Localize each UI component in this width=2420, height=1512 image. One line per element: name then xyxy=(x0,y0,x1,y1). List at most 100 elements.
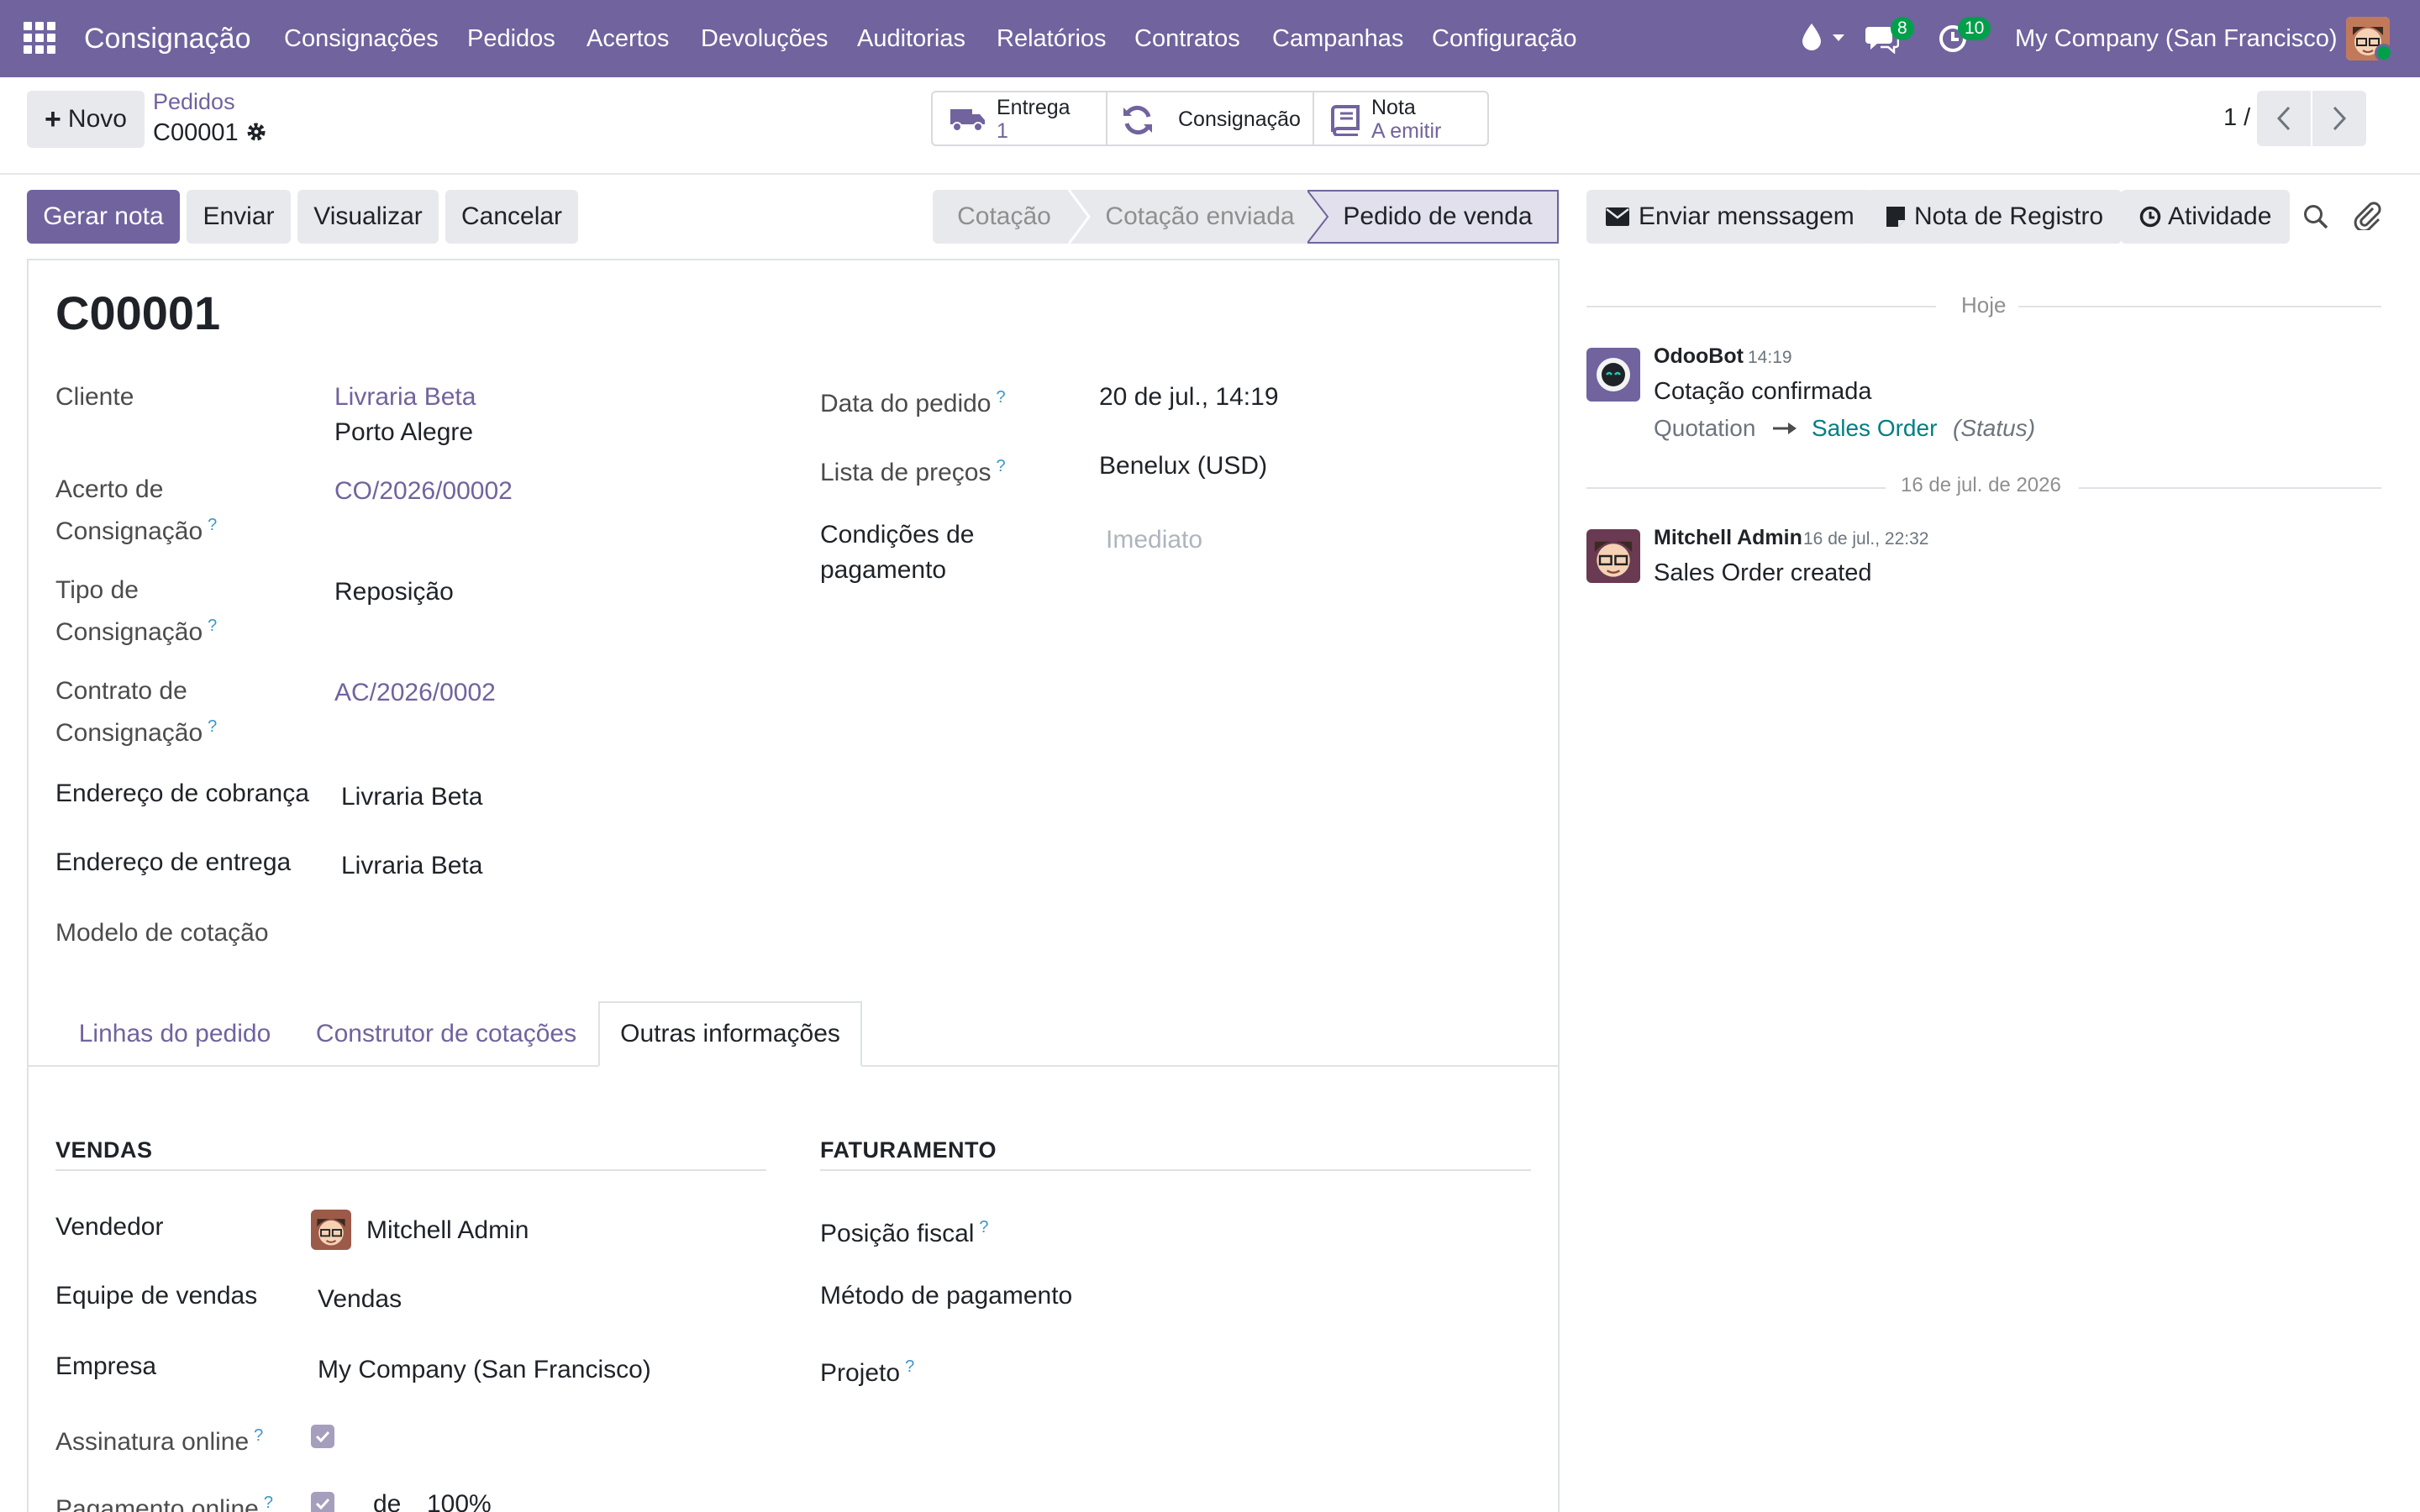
form-sheet xyxy=(27,259,1560,1512)
quote-template-label: Modelo de cotação xyxy=(55,919,269,947)
new-button[interactable]: + Novo xyxy=(27,91,145,148)
menu-pedidos[interactable]: Pedidos xyxy=(467,0,555,77)
tab-quote-builder[interactable]: Construtor de cotações xyxy=(302,1001,590,1067)
paperclip-icon[interactable] xyxy=(2353,200,2381,230)
payment-terms-label-line1: Condições de xyxy=(820,521,975,549)
contract-link[interactable]: AC/2026/0002 xyxy=(334,675,496,711)
settlement-link[interactable]: CO/2026/00002 xyxy=(334,474,513,509)
help-tooltip-icon[interactable]: ? xyxy=(905,1357,914,1376)
sales-team-value[interactable]: Vendas xyxy=(318,1282,402,1317)
company-label: Empresa xyxy=(55,1352,157,1380)
plus-icon: + xyxy=(45,102,61,135)
online-payment-checkbox[interactable] xyxy=(311,1492,334,1512)
pager-previous[interactable] xyxy=(2257,91,2311,146)
msg1-time: 14:19 xyxy=(1748,348,1792,367)
online-payment-of: de xyxy=(373,1490,402,1512)
menu-contratos[interactable]: Contratos xyxy=(1134,0,1240,77)
order-date-label: Data do pedido? xyxy=(820,388,1006,417)
envelope-icon xyxy=(1606,207,1629,226)
salesperson-avatar-face-icon xyxy=(311,1210,351,1250)
chevron-left-icon xyxy=(2276,106,2291,131)
help-tooltip-icon[interactable]: ? xyxy=(208,516,217,534)
chevron-right-icon xyxy=(2333,106,2347,131)
online-payment-label: Pagamento online? xyxy=(55,1494,273,1512)
refresh-icon xyxy=(1123,105,1152,135)
arrow-right-icon xyxy=(1773,423,1797,434)
check-icon xyxy=(315,1498,330,1509)
stage-cotacao-enviada[interactable]: Cotação enviada xyxy=(1084,190,1316,244)
stage-pedido-de-venda[interactable]: Pedido de venda xyxy=(1331,190,1544,244)
date-divider-left-2 xyxy=(1586,487,1886,489)
customer-link[interactable]: Livraria Beta xyxy=(334,380,476,415)
online-signature-checkbox[interactable] xyxy=(311,1425,334,1448)
order-date-value[interactable]: 20 de jul., 14:19 xyxy=(1099,380,1279,415)
company-switcher[interactable]: My Company (San Francisco) xyxy=(2015,0,2338,77)
msg1-old-value: Quotation xyxy=(1654,415,1756,441)
msg2-author[interactable]: Mitchell Admin xyxy=(1654,526,1802,550)
menu-campanhas[interactable]: Campanhas xyxy=(1272,0,1403,77)
help-tooltip-icon[interactable]: ? xyxy=(997,388,1006,407)
pager-next[interactable] xyxy=(2312,91,2366,146)
log-note-button[interactable]: Nota de Registro xyxy=(1867,190,2123,244)
delivery-address-value[interactable]: Livraria Beta xyxy=(341,848,482,884)
send-message-button[interactable]: Enviar menssagem xyxy=(1586,190,1873,244)
help-tooltip-icon[interactable]: ? xyxy=(208,617,217,635)
help-tooltip-icon[interactable]: ? xyxy=(208,717,217,736)
stage-cotacao[interactable]: Cotação xyxy=(933,190,1076,244)
project-label: Projeto? xyxy=(820,1357,915,1387)
salesperson-value[interactable]: Mitchell Admin xyxy=(366,1213,529,1248)
tab-other-info[interactable]: Outras informações xyxy=(598,1001,862,1067)
payment-terms-input[interactable]: Imediato xyxy=(1106,522,1202,558)
online-payment-percentage[interactable]: 100% xyxy=(427,1487,492,1512)
menu-auditorias[interactable]: Auditorias xyxy=(857,0,965,77)
robot-icon xyxy=(1597,358,1630,391)
app-menu-icon[interactable] xyxy=(24,22,55,54)
help-tooltip-icon[interactable]: ? xyxy=(264,1494,273,1512)
sales-section-title: VENDAS xyxy=(55,1137,153,1163)
menu-consignacoes[interactable]: Consignações xyxy=(284,0,439,77)
preview-button[interactable]: Visualizar xyxy=(297,190,439,244)
breadcrumb-current: C00001 xyxy=(153,119,239,146)
delivery-address-label: Endereço de entrega xyxy=(55,848,292,876)
breadcrumb-pedidos[interactable]: Pedidos xyxy=(153,89,235,115)
cancel-button[interactable]: Cancelar xyxy=(445,190,578,244)
msg1-body: Cotação confirmada xyxy=(1654,378,1872,405)
salesperson-label: Vendedor xyxy=(55,1213,164,1241)
payment-method-label: Método de pagamento xyxy=(820,1282,1073,1310)
send-button[interactable]: Enviar xyxy=(187,190,291,244)
date-divider-left xyxy=(1586,306,1936,307)
menu-devolucoes[interactable]: Devoluções xyxy=(701,0,829,77)
generate-invoice-button[interactable]: Gerar nota xyxy=(27,190,180,244)
invoice-address-value[interactable]: Livraria Beta xyxy=(341,780,482,815)
msg1-author[interactable]: OdooBot xyxy=(1654,344,1744,369)
gear-icon[interactable] xyxy=(245,121,267,143)
search-icon[interactable] xyxy=(2302,203,2329,230)
chevron-down-icon[interactable] xyxy=(1832,34,1845,42)
help-tooltip-icon[interactable]: ? xyxy=(979,1218,988,1236)
invoice-address-label: Endereço de cobrança xyxy=(55,780,309,807)
tab-order-lines[interactable]: Linhas do pedido xyxy=(55,1001,294,1067)
online-status-dot xyxy=(2375,44,2393,62)
type-value[interactable]: Reposição xyxy=(334,575,454,610)
activity-button[interactable]: Atividade xyxy=(2121,190,2291,244)
smart-button-consignment[interactable]: Consignação xyxy=(1106,91,1314,146)
menu-acertos[interactable]: Acertos xyxy=(587,0,669,77)
smart-button-invoice[interactable]: Nota A emitir xyxy=(1313,91,1489,146)
msg1-new-value: Sales Order xyxy=(1812,415,1938,441)
msg2-time: 16 de jul., 22:32 xyxy=(1803,529,1929,549)
activities-badge: 10 xyxy=(1958,17,1991,40)
mitchell-avatar-face-icon xyxy=(1586,529,1640,583)
company-value[interactable]: My Company (San Francisco) xyxy=(318,1352,651,1388)
help-tooltip-icon[interactable]: ? xyxy=(254,1426,263,1445)
messages-badge: 8 xyxy=(1891,17,1914,40)
menu-relatorios[interactable]: Relatórios xyxy=(997,0,1107,77)
date-divider-16-jul: 16 de jul. de 2026 xyxy=(1901,474,2061,496)
pricelist-value[interactable]: Benelux (USD) xyxy=(1099,449,1267,484)
sales-section-divider xyxy=(55,1169,766,1171)
sales-team-label: Equipe de vendas xyxy=(55,1282,258,1310)
debug-drop-icon[interactable] xyxy=(1800,22,1823,52)
menu-configuracao[interactable]: Configuração xyxy=(1432,0,1577,77)
smart-button-delivery[interactable]: Entrega 1 xyxy=(931,91,1107,146)
app-name[interactable]: Consignação xyxy=(84,0,250,77)
help-tooltip-icon[interactable]: ? xyxy=(996,457,1005,475)
